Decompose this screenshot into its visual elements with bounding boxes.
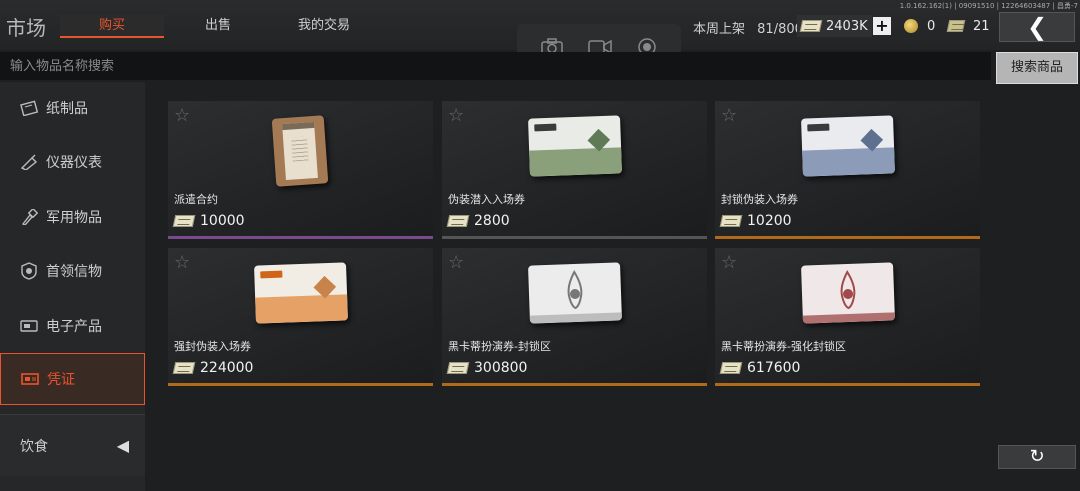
cash-value: 2403K xyxy=(826,18,868,34)
green-ticket-thumbnail xyxy=(528,115,622,177)
back-arrow-icon: ❮ xyxy=(1026,13,1048,41)
sidebar-item-food[interactable]: 饮食 ◀ xyxy=(0,414,145,476)
star-icon[interactable]: ☆ xyxy=(448,105,464,126)
weekly-listing: 本周上架 81/800 xyxy=(693,18,803,37)
item-price: 224000 xyxy=(172,360,254,376)
ticket-value: 21 xyxy=(973,18,990,34)
item-name: 黑卡蒂扮演券-封锁区 xyxy=(448,340,551,353)
instrument-icon xyxy=(20,154,38,170)
sidebar-item-label: 电子产品 xyxy=(46,319,102,335)
page-title: 市场 xyxy=(6,16,46,40)
blue-ticket-thumbnail xyxy=(801,115,895,177)
rarity-bar xyxy=(442,383,707,386)
category-sidebar: 纸制品 仪器仪表 军用物品 首领信物 电子产品 凭证 饮食 ◀ xyxy=(0,82,145,491)
cash-icon xyxy=(799,20,823,32)
item-price: 10200 xyxy=(719,213,792,229)
cash-icon xyxy=(172,362,196,374)
sidebar-item-vouchers[interactable]: 凭证 xyxy=(0,353,145,405)
item-price: 10000 xyxy=(172,213,245,229)
star-icon[interactable]: ☆ xyxy=(721,105,737,126)
sidebar-item-electronics[interactable]: 电子产品 xyxy=(0,300,145,352)
star-icon[interactable]: ☆ xyxy=(174,252,190,273)
weekly-label: 本周上架 xyxy=(693,22,746,37)
cash-balance: 2403K xyxy=(797,15,872,37)
add-cash-button[interactable]: + xyxy=(873,17,891,35)
item-price: 300800 xyxy=(446,360,528,376)
coin-value: 0 xyxy=(927,18,936,34)
item-name: 黑卡蒂扮演券-强化封锁区 xyxy=(721,340,846,353)
item-name: 强封伪装入场券 xyxy=(174,340,251,353)
contract-thumbnail xyxy=(271,115,329,187)
item-card[interactable]: ☆ 封锁伪装入场券 10200 xyxy=(715,101,980,239)
rarity-bar xyxy=(168,236,433,239)
military-icon xyxy=(20,209,38,225)
coin-balance: 0 xyxy=(900,15,939,37)
refresh-button[interactable]: ↻ xyxy=(998,445,1076,469)
item-price-value: 300800 xyxy=(474,360,528,376)
search-row: 搜索商品 xyxy=(0,52,1080,84)
item-card[interactable]: ☆ 伪装潜入入场券 2800 xyxy=(442,101,707,239)
sidebar-item-label: 凭证 xyxy=(47,372,75,388)
sidebar-item-label: 仪器仪表 xyxy=(46,155,102,171)
cash-icon xyxy=(446,362,470,374)
item-price: 617600 xyxy=(719,360,801,376)
item-card[interactable]: ☆ 派遣合约 10000 xyxy=(168,101,433,239)
sidebar-item-boss-tokens[interactable]: 首领信物 xyxy=(0,245,145,297)
item-card[interactable]: ☆ 黑卡蒂扮演券-强化封锁区 617600 xyxy=(715,248,980,386)
sidebar-item-label: 饮食 xyxy=(20,438,48,455)
search-button[interactable]: 搜索商品 xyxy=(996,52,1078,84)
rarity-bar xyxy=(442,236,707,239)
item-price: 2800 xyxy=(446,213,510,229)
sidebar-item-label: 纸制品 xyxy=(46,101,88,117)
tab-buy[interactable]: 购买 xyxy=(60,14,164,38)
item-price-value: 10000 xyxy=(200,213,245,229)
sidebar-item-instruments[interactable]: 仪器仪表 xyxy=(0,136,145,188)
cash-icon xyxy=(719,362,743,374)
voucher-icon xyxy=(21,371,39,387)
ticket-icon xyxy=(946,20,966,32)
electronics-icon xyxy=(20,318,38,334)
refresh-icon: ↻ xyxy=(1029,446,1045,467)
item-price-value: 10200 xyxy=(747,213,792,229)
coin-icon xyxy=(904,19,918,33)
version-text: 1.0.162.162(1) | 09091510 | 12264603487 … xyxy=(899,2,1078,10)
item-card[interactable]: ☆ 黑卡蒂扮演券-封锁区 300800 xyxy=(442,248,707,386)
chevron-left-icon: ◀ xyxy=(116,436,129,455)
item-name: 派遣合约 xyxy=(174,193,218,206)
cash-icon xyxy=(446,215,470,227)
item-price-value: 617600 xyxy=(747,360,801,376)
rarity-bar xyxy=(715,383,980,386)
back-button[interactable]: ❮ xyxy=(999,12,1075,42)
paper-icon xyxy=(20,100,38,116)
orange-ticket-thumbnail xyxy=(254,262,348,324)
item-price-value: 224000 xyxy=(200,360,254,376)
sidebar-item-military[interactable]: 军用物品 xyxy=(0,191,145,243)
star-icon[interactable]: ☆ xyxy=(174,105,190,126)
tab-my-trades[interactable]: 我的交易 xyxy=(272,14,376,38)
tab-sell[interactable]: 出售 xyxy=(168,14,268,38)
item-card[interactable]: ☆ 强封伪装入场券 224000 xyxy=(168,248,433,386)
search-input[interactable] xyxy=(0,52,991,80)
boss-token-icon xyxy=(20,262,38,280)
sidebar-item-paper[interactable]: 纸制品 xyxy=(0,82,145,134)
rarity-bar xyxy=(715,236,980,239)
ticket-balance: 21 xyxy=(944,15,994,37)
star-icon[interactable]: ☆ xyxy=(448,252,464,273)
sidebar-item-label: 首领信物 xyxy=(46,264,102,280)
cash-icon xyxy=(719,215,743,227)
sidebar-item-label: 军用物品 xyxy=(46,210,102,226)
item-name: 伪装潜入入场券 xyxy=(448,193,525,206)
item-name: 封锁伪装入场券 xyxy=(721,193,798,206)
item-price-value: 2800 xyxy=(474,213,510,229)
rarity-bar xyxy=(168,383,433,386)
cash-icon xyxy=(172,215,196,227)
red-ticket-thumbnail xyxy=(801,262,895,324)
star-icon[interactable]: ☆ xyxy=(721,252,737,273)
grey-ticket-thumbnail xyxy=(528,262,622,324)
